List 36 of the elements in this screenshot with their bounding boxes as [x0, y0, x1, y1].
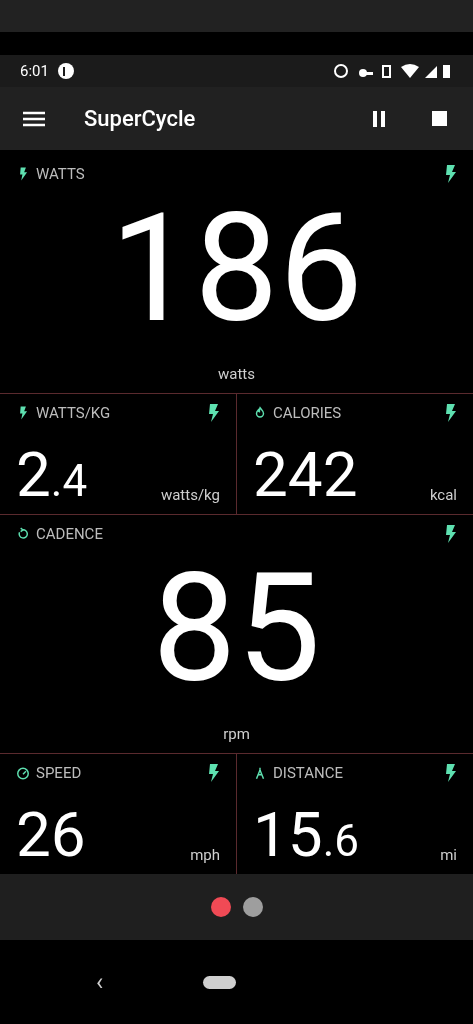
back-button[interactable]: ‹ — [96, 970, 104, 994]
metric-value: 15.6 — [253, 804, 360, 866]
metric-value: 186 — [110, 193, 363, 344]
metric-value: 85 — [152, 553, 321, 704]
unit-label: kcal — [429, 484, 457, 506]
unit-label: watts — [218, 363, 255, 385]
pause-icon — [371, 110, 387, 127]
status-time: 6:01 — [20, 60, 49, 82]
app-title: SuperCycle — [84, 105, 196, 133]
compass-icon — [253, 766, 267, 781]
bolt-icon — [445, 404, 457, 423]
refresh-icon — [16, 527, 30, 542]
metric-label: CADENCE — [36, 524, 103, 545]
metric-label: WATTS/KG — [36, 403, 111, 424]
notification-icon — [56, 62, 75, 80]
home-button[interactable] — [203, 975, 237, 989]
metric-value: 26 — [16, 804, 86, 866]
unit-label: mi — [440, 844, 457, 866]
bolt-icon — [445, 525, 457, 544]
unit-label: mph — [190, 844, 220, 866]
menu-icon — [23, 110, 45, 127]
flame-icon — [253, 406, 267, 421]
unit-label: watts/kg — [160, 484, 220, 506]
metric-label: DISTANCE — [273, 763, 343, 784]
unit-label: rpm — [223, 723, 250, 745]
metric-value: 242 — [253, 444, 358, 506]
bolt-icon — [208, 404, 220, 423]
stop-icon — [431, 111, 447, 126]
metric-value: 2.4 — [16, 444, 88, 506]
metric-label: SPEED — [36, 763, 82, 784]
bolt-icon — [445, 165, 457, 184]
bolt-icon — [445, 764, 457, 783]
bolt-icon — [208, 764, 220, 783]
metric-label: CALORIES — [273, 403, 342, 424]
gauge-icon — [16, 766, 30, 781]
metric-label: WATTS — [36, 164, 85, 185]
